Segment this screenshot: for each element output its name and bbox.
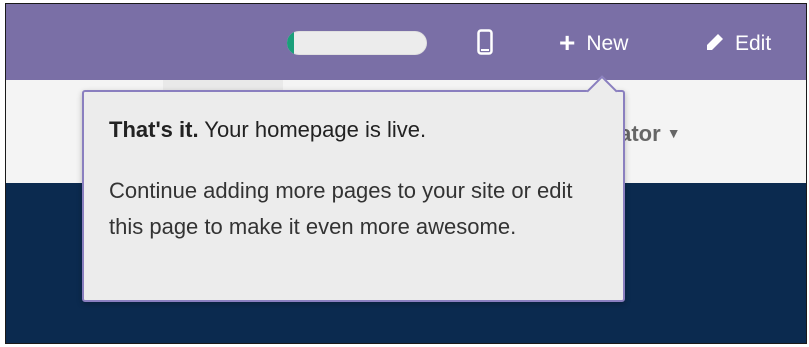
mobile-phone-icon[interactable] [477,29,493,55]
editor-topbar: + New Edit [6,4,806,80]
edit-button-label: Edit [735,32,772,55]
plus-icon: + [559,27,576,58]
pencil-icon [705,32,725,57]
caret-down-icon: ▼ [666,125,681,141]
progress-bar [287,31,427,55]
new-button[interactable]: + New [559,27,629,58]
popover-title-bold: That's it. [109,117,199,142]
popover-title-rest: Your homepage is live. [198,117,427,142]
tip-popover: That's it. Your homepage is live. Contin… [82,75,625,302]
popover-title: That's it. Your homepage is live. [109,117,426,143]
website-editor-frame: + New Edit strator ▼ That's it. Your home… [5,3,807,344]
progress-bar-fill [287,31,294,55]
edit-button[interactable]: Edit [705,31,771,57]
popover-body: Continue adding more pages to your site … [109,178,573,239]
new-button-label: New [586,32,629,55]
